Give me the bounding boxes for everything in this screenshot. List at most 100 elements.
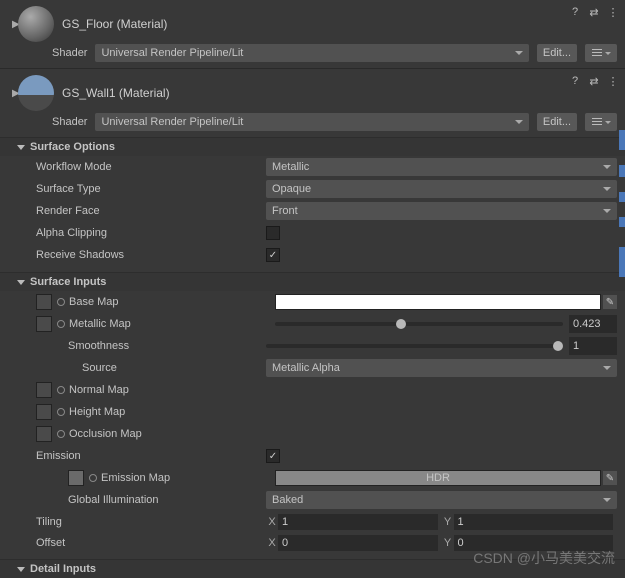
expand-arrow[interactable]: ▶ <box>8 88 18 99</box>
menu-icon[interactable]: ⋮ <box>607 6 619 18</box>
property-label: Occlusion Map <box>69 428 142 440</box>
property-label: Surface Type <box>36 183 266 195</box>
row-surface-type: Surface Type Opaque <box>0 178 625 200</box>
render-face-dropdown[interactable]: Front <box>266 202 617 220</box>
row-emission-map: Emission Map HDR ✎ <box>0 467 625 489</box>
link-icon[interactable] <box>89 474 97 482</box>
property-label: Source <box>82 362 266 374</box>
property-label: Alpha Clipping <box>36 227 266 239</box>
receive-shadows-checkbox[interactable] <box>266 248 280 262</box>
property-label: Normal Map <box>69 384 129 396</box>
preset-icon[interactable]: ⇄ <box>588 75 600 87</box>
material-title: GS_Floor (Material) <box>62 17 167 31</box>
alpha-clipping-checkbox[interactable] <box>266 226 280 240</box>
shader-dropdown[interactable]: Universal Render Pipeline/Lit <box>95 44 528 62</box>
shader-row: Shader Universal Render Pipeline/Lit Edi… <box>0 113 625 137</box>
y-label: Y <box>442 516 454 528</box>
color-picker-icon[interactable]: ✎ <box>603 295 617 309</box>
foldout-icon <box>16 564 26 574</box>
shader-label: Shader <box>52 47 87 59</box>
x-label: X <box>266 516 278 528</box>
material-actions: ? ⇄ ⋮ <box>569 75 619 87</box>
row-base-map: Base Map ✎ <box>0 291 625 313</box>
texture-slot[interactable] <box>36 426 52 442</box>
row-metallic-map: Metallic Map <box>0 313 625 335</box>
property-label: Smoothness <box>68 340 266 352</box>
metallic-value-input[interactable] <box>569 315 617 333</box>
preset-icon[interactable]: ⇄ <box>588 6 600 18</box>
material-preview-sphere[interactable] <box>18 6 54 42</box>
property-label: Tiling <box>36 516 266 528</box>
material-preview-sphere[interactable] <box>18 75 54 111</box>
row-receive-shadows: Receive Shadows <box>0 244 625 266</box>
list-button[interactable] <box>585 113 617 131</box>
property-label: Height Map <box>69 406 125 418</box>
row-alpha-clipping: Alpha Clipping <box>0 222 625 244</box>
material-header: ▶ GS_Wall1 (Material) ? ⇄ ⋮ <box>0 69 625 113</box>
texture-slot[interactable] <box>68 470 84 486</box>
link-icon[interactable] <box>57 386 65 394</box>
row-workflow-mode: Workflow Mode Metallic <box>0 156 625 178</box>
surface-type-dropdown[interactable]: Opaque <box>266 180 617 198</box>
edit-button[interactable]: Edit... <box>537 113 577 131</box>
row-render-face: Render Face Front <box>0 200 625 222</box>
emission-checkbox[interactable] <box>266 449 280 463</box>
foldout-icon <box>16 142 26 152</box>
workflow-mode-dropdown[interactable]: Metallic <box>266 158 617 176</box>
tiling-x-input[interactable] <box>278 514 438 530</box>
texture-slot[interactable] <box>36 404 52 420</box>
expand-arrow[interactable]: ▶ <box>8 19 18 30</box>
property-label: Workflow Mode <box>36 161 266 173</box>
link-icon[interactable] <box>57 320 65 328</box>
row-emission: Emission <box>0 445 625 467</box>
texture-slot[interactable] <box>36 316 52 332</box>
material-block-wall: ▶ GS_Wall1 (Material) ? ⇄ ⋮ Shader Unive… <box>0 68 625 137</box>
property-label: Render Face <box>36 205 266 217</box>
property-label: Emission <box>36 450 266 462</box>
smoothness-value-input[interactable] <box>569 337 617 355</box>
row-normal-map: Normal Map <box>0 379 625 401</box>
property-label: Metallic Map <box>69 318 275 330</box>
property-label: Offset <box>36 537 266 549</box>
link-icon[interactable] <box>57 298 65 306</box>
tiling-y-input[interactable] <box>454 514 614 530</box>
emission-color[interactable]: HDR <box>275 470 601 486</box>
edit-button[interactable]: Edit... <box>537 44 577 62</box>
property-label: Emission Map <box>101 472 275 484</box>
smoothness-slider[interactable] <box>266 337 563 355</box>
metallic-slider[interactable] <box>275 315 563 333</box>
row-smoothness: Smoothness <box>0 335 625 357</box>
help-icon[interactable]: ? <box>569 75 581 87</box>
help-icon[interactable]: ? <box>569 6 581 18</box>
watermark: CSDN @小马美美交流 <box>473 548 615 568</box>
material-actions: ? ⇄ ⋮ <box>569 6 619 18</box>
material-header: ▶ GS_Floor (Material) ? ⇄ ⋮ <box>0 0 625 44</box>
link-icon[interactable] <box>57 408 65 416</box>
global-illumination-dropdown[interactable]: Baked <box>266 491 617 509</box>
x-label: X <box>266 537 278 549</box>
material-title: GS_Wall1 (Material) <box>62 86 170 100</box>
color-picker-icon[interactable]: ✎ <box>603 471 617 485</box>
property-label: Global Illumination <box>68 494 266 506</box>
section-header-surface-options[interactable]: Surface Options <box>0 137 625 156</box>
list-button[interactable] <box>585 44 617 62</box>
property-label: Base Map <box>69 296 275 308</box>
row-occlusion-map: Occlusion Map <box>0 423 625 445</box>
shader-dropdown[interactable]: Universal Render Pipeline/Lit <box>95 113 528 131</box>
base-map-color[interactable] <box>275 294 601 310</box>
y-label: Y <box>442 537 454 549</box>
link-icon[interactable] <box>57 430 65 438</box>
texture-slot[interactable] <box>36 294 52 310</box>
shader-row: Shader Universal Render Pipeline/Lit Edi… <box>0 44 625 68</box>
section-header-surface-inputs[interactable]: Surface Inputs <box>0 272 625 291</box>
row-height-map: Height Map <box>0 401 625 423</box>
source-dropdown[interactable]: Metallic Alpha <box>266 359 617 377</box>
offset-x-input[interactable] <box>278 535 438 551</box>
material-block-floor: ▶ GS_Floor (Material) ? ⇄ ⋮ Shader Unive… <box>0 0 625 68</box>
row-source: Source Metallic Alpha <box>0 357 625 379</box>
row-tiling: Tiling X Y <box>0 511 625 532</box>
menu-icon[interactable]: ⋮ <box>607 75 619 87</box>
foldout-icon <box>16 277 26 287</box>
texture-slot[interactable] <box>36 382 52 398</box>
row-global-illumination: Global Illumination Baked <box>0 489 625 511</box>
